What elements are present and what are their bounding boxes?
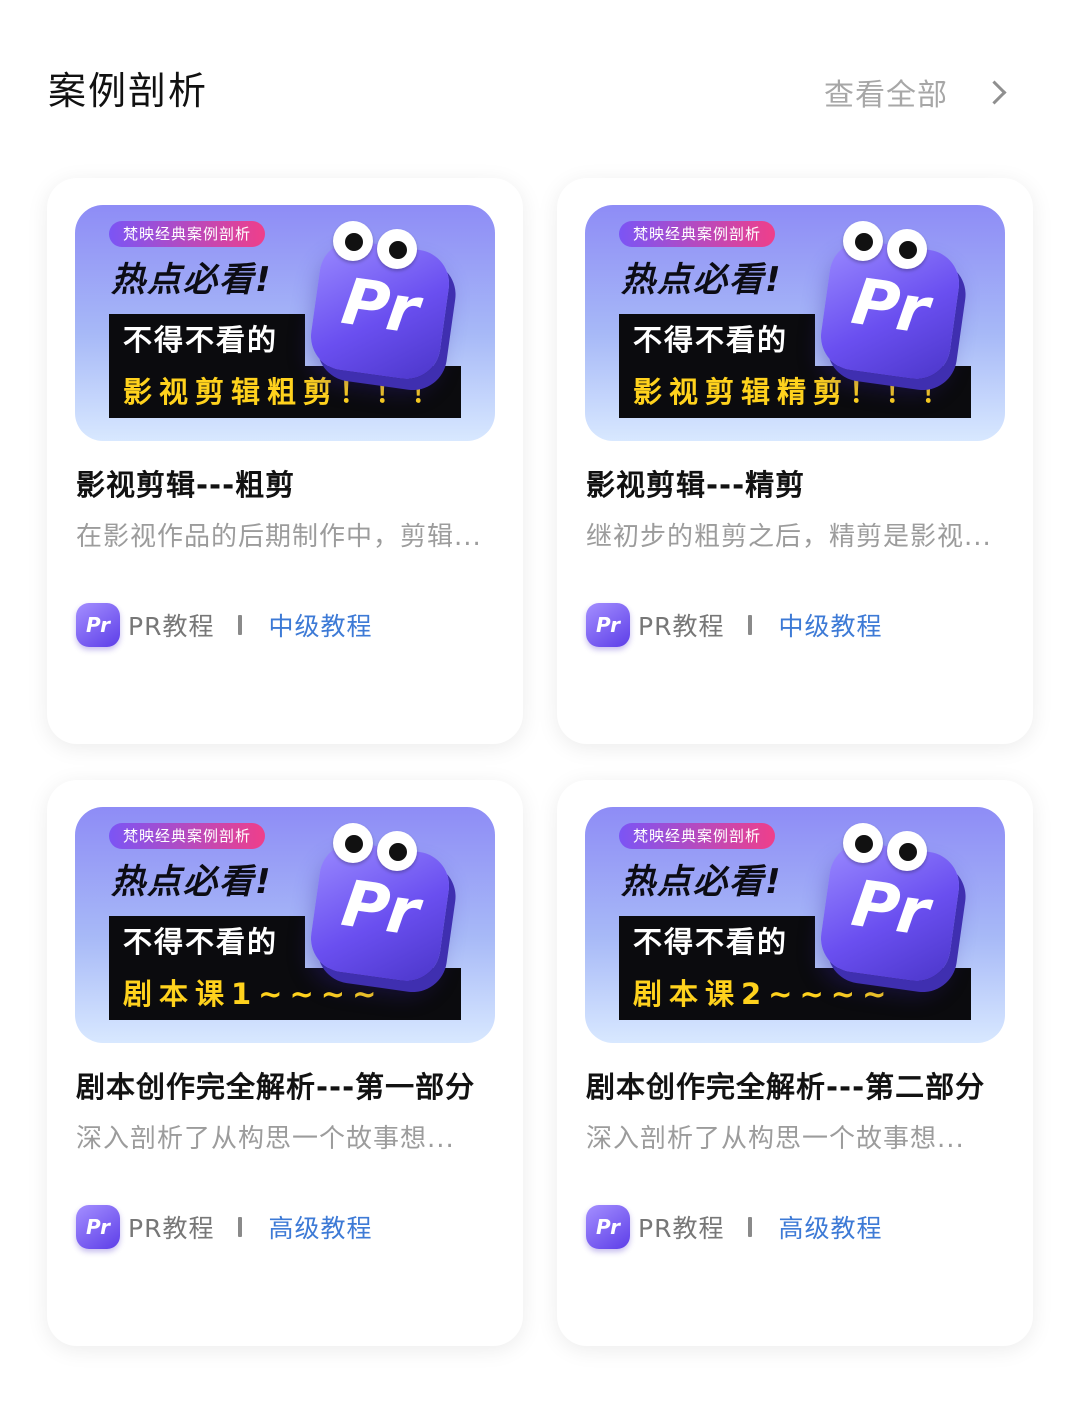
thumbnail-line1: 不得不看的	[123, 925, 279, 959]
thumbnail-badge: 梵映经典案例剖析	[619, 823, 776, 849]
cartoon-eye-icon	[887, 831, 927, 871]
course-title[interactable]: 剧本创作完全解析---第一部分	[76, 1067, 475, 1107]
course-thumbnail[interactable]: 梵映经典案例剖析 热点必看! 不得不看的 剧本课2~~~~ Pr	[585, 807, 1005, 1043]
course-description: 继初步的粗剪之后，精剪是影视...	[586, 522, 992, 552]
thumbnail-line2: 剧本课1~~~~	[123, 977, 384, 1011]
course-category: PR教程	[128, 612, 215, 641]
course-meta: Pr PR教程 高级教程	[76, 1204, 372, 1250]
course-title[interactable]: 影视剪辑---粗剪	[76, 465, 295, 505]
course-category: PR教程	[638, 1214, 725, 1243]
premiere-pro-icon: Pr	[76, 1205, 120, 1249]
thumbnail-line1: 不得不看的	[633, 323, 789, 357]
course-level-tag[interactable]: 高级教程	[778, 1209, 882, 1245]
meta-divider	[748, 615, 753, 635]
course-meta: Pr PR教程 高级教程	[586, 1204, 882, 1250]
premiere-pro-icon: Pr	[76, 603, 120, 647]
meta-divider	[238, 1217, 243, 1237]
thumbnail-line1: 不得不看的	[123, 323, 279, 357]
thumbnail-headline: 热点必看!	[621, 260, 783, 300]
view-all-link[interactable]: 查看全部	[824, 70, 1018, 114]
section-header: 案例剖析 查看全部	[0, 0, 1080, 180]
course-card[interactable]: 梵映经典案例剖析 热点必看! 不得不看的 影视剪辑精剪！！！ Pr 影视剪辑--…	[557, 178, 1033, 744]
course-level-tag[interactable]: 高级教程	[268, 1209, 372, 1245]
course-description: 深入剖析了从构思一个故事想...	[586, 1124, 965, 1154]
cartoon-eye-icon	[377, 831, 417, 871]
premiere-pro-icon: Pr	[586, 603, 630, 647]
course-card[interactable]: 梵映经典案例剖析 热点必看! 不得不看的 剧本课2~~~~ Pr 剧本创作完全解…	[557, 780, 1033, 1346]
course-category: PR教程	[128, 1214, 215, 1243]
course-meta: Pr PR教程 中级教程	[586, 602, 882, 648]
course-card[interactable]: 梵映经典案例剖析 热点必看! 不得不看的 剧本课1~~~~ Pr 剧本创作完全解…	[47, 780, 523, 1346]
course-category: PR教程	[638, 612, 725, 641]
course-thumbnail[interactable]: 梵映经典案例剖析 热点必看! 不得不看的 影视剪辑粗剪！！！ Pr	[75, 205, 495, 441]
course-title[interactable]: 影视剪辑---精剪	[586, 465, 805, 505]
section-title: 案例剖析	[48, 69, 209, 113]
course-thumbnail[interactable]: 梵映经典案例剖析 热点必看! 不得不看的 影视剪辑精剪！！！ Pr	[585, 205, 1005, 441]
course-card[interactable]: 梵映经典案例剖析 热点必看! 不得不看的 影视剪辑粗剪！！！ Pr 影视剪辑--…	[47, 178, 523, 744]
course-title[interactable]: 剧本创作完全解析---第二部分	[586, 1067, 985, 1107]
cartoon-eye-icon	[843, 221, 883, 261]
cartoon-eye-icon	[843, 823, 883, 863]
view-all-label[interactable]: 查看全部	[824, 70, 948, 114]
course-description: 在影视作品的后期制作中，剪辑...	[76, 522, 482, 552]
thumbnail-headline: 热点必看!	[621, 862, 783, 902]
cartoon-eye-icon	[887, 229, 927, 269]
chevron-right-icon[interactable]	[978, 72, 1018, 112]
premiere-pro-icon: Pr	[586, 1205, 630, 1249]
cartoon-eye-icon	[333, 221, 373, 261]
thumbnail-headline: 热点必看!	[111, 260, 273, 300]
course-level-tag[interactable]: 中级教程	[268, 607, 372, 643]
thumbnail-line1: 不得不看的	[633, 925, 789, 959]
thumbnail-headline: 热点必看!	[111, 862, 273, 902]
course-thumbnail[interactable]: 梵映经典案例剖析 热点必看! 不得不看的 剧本课1~~~~ Pr	[75, 807, 495, 1043]
thumbnail-badge: 梵映经典案例剖析	[619, 221, 776, 247]
course-meta: Pr PR教程 中级教程	[76, 602, 372, 648]
course-level-tag[interactable]: 中级教程	[778, 607, 882, 643]
thumbnail-line2: 剧本课2~~~~	[633, 977, 894, 1011]
thumbnail-badge: 梵映经典案例剖析	[109, 221, 266, 247]
cartoon-eye-icon	[377, 229, 417, 269]
meta-divider	[748, 1217, 753, 1237]
cartoon-eye-icon	[333, 823, 373, 863]
meta-divider	[238, 615, 243, 635]
course-description: 深入剖析了从构思一个故事想...	[76, 1124, 455, 1154]
thumbnail-badge: 梵映经典案例剖析	[109, 823, 266, 849]
